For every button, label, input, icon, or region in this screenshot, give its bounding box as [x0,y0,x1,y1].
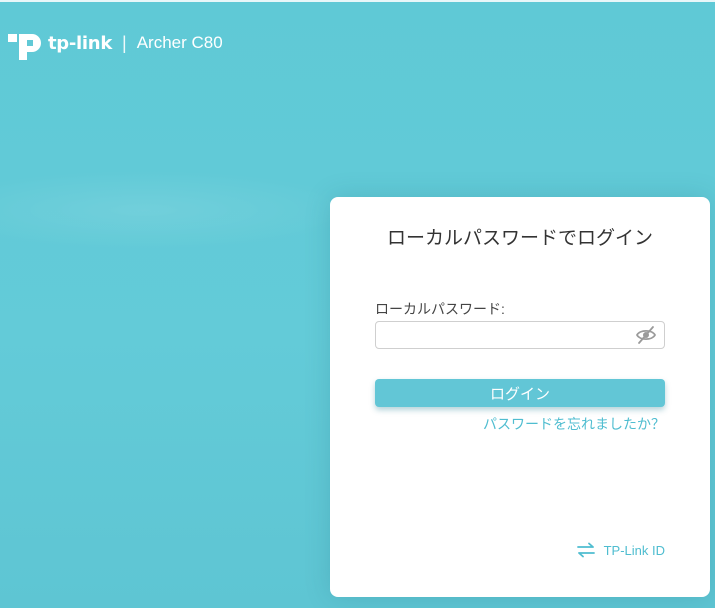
password-input[interactable] [375,321,665,349]
background-glow [0,170,360,250]
tplink-id-label: TP-Link ID [603,542,665,558]
password-label: ローカルパスワード: [375,301,505,317]
brand-name: tp-link [48,32,112,54]
login-card: ローカルパスワードでログイン ローカルパスワード: ログイン パスワードを忘れま… [330,197,710,597]
eye-off-icon[interactable] [635,325,657,345]
header: tp-link | Archer C80 [8,26,223,60]
login-button[interactable]: ログイン [375,379,665,407]
tplink-id-link[interactable]: TP-Link ID [576,542,665,558]
tp-link-logo-icon [8,34,41,60]
login-title: ローカルパスワードでログイン [386,228,653,249]
forgot-password-link[interactable]: パスワードを忘れましたか？ [483,414,665,434]
top-border [0,0,715,2]
header-separator: | [122,32,127,53]
model-name: Archer C80 [136,33,223,52]
swap-arrows-icon [576,542,595,558]
